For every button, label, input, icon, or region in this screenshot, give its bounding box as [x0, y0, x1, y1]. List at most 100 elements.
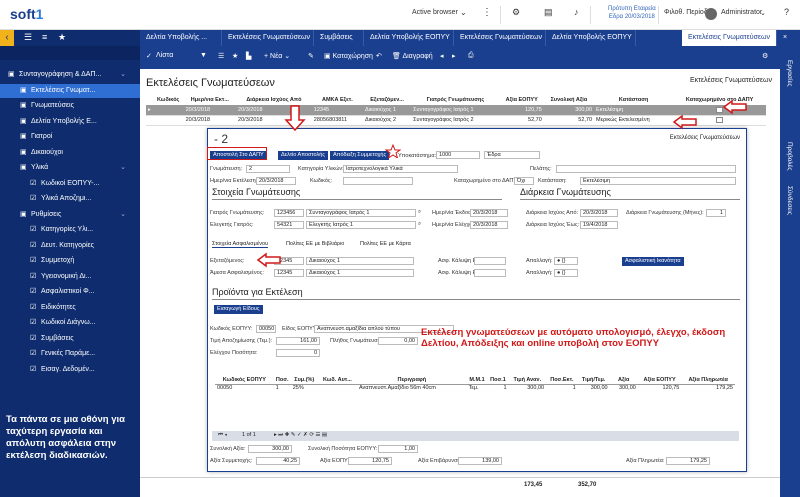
sidebar-item[interactable]: ▣ Συνταγογράφηση & ΔΑΠ... ⌄ [0, 68, 140, 82]
menu-icon[interactable]: ≡ [42, 32, 47, 42]
report-icon[interactable]: ▙ [246, 52, 251, 60]
check-date[interactable]: 20/3/2018 [470, 221, 508, 229]
tab-item[interactable]: Συμβάσεις [314, 30, 364, 46]
list-view-label[interactable]: Λίστα [156, 52, 173, 59]
checker-code[interactable]: 54321 [274, 221, 304, 229]
eopyy-code[interactable]: 00050 [256, 325, 276, 333]
print-icon[interactable]: ⎙ [468, 52, 474, 60]
burden[interactable]: 139,00 [458, 457, 502, 465]
sidebar-item[interactable]: ☑ Γενικές Παράμε... [0, 347, 140, 361]
column-header[interactable]: Κατάσταση [594, 95, 674, 106]
column-header[interactable]: Ημερ/νια Εκτ... [183, 95, 237, 106]
checker-name[interactable]: Ελεγκτής Ιατρός 1 [306, 221, 416, 229]
issue-date[interactable]: 20/3/2018 [470, 209, 508, 217]
tab-eu-book[interactable]: Πολίτες ΕΕ με Βιβλιάριο [286, 241, 344, 247]
chevron-down-icon[interactable]: ⌄ [120, 161, 126, 175]
status-field[interactable]: Εκτελέσιμη [580, 177, 736, 185]
collapse-icon[interactable]: ‹ [0, 30, 14, 46]
column-header[interactable]: Αξία [609, 376, 638, 385]
table-row[interactable]: 00050 1 25% Αναπνευστ.Αμαξίδιο 56m 40cm Τεμ.… [215, 384, 735, 392]
column-header[interactable]: Ποσ.1 [487, 376, 509, 385]
bell-icon[interactable]: ♪ [574, 7, 579, 17]
from-date[interactable]: 20/3/2018 [580, 209, 618, 217]
reg-dapy-field[interactable]: Όχι [514, 177, 534, 185]
search-icon[interactable]: ⌕ [418, 209, 421, 216]
first-icon[interactable]: ◂ [440, 52, 444, 60]
sidebar-item[interactable]: ▣ Δελτία Υποβολής Ε... [0, 115, 140, 129]
sidebar-item[interactable]: ☑ Ειδικότητες [0, 301, 140, 315]
total-eopyy-qty[interactable]: 1,00 [378, 445, 418, 453]
direct-code[interactable]: 12345 [274, 269, 304, 277]
chart-icon[interactable]: ▤ [544, 7, 553, 18]
star-icon[interactable]: ★ [58, 32, 66, 43]
settings-icon[interactable]: ⚙ [512, 7, 520, 18]
company-info[interactable]: Πρότυπη Εταιρεία Εδρα 20/03/2018 [608, 5, 656, 21]
save-button[interactable]: ▣ Καταχώρηση [324, 52, 373, 60]
column-header[interactable]: Καταχωρημένο στο ΔΑΠΥ [673, 95, 766, 106]
exempt-field[interactable]: ● {} [554, 257, 578, 265]
sidebar-toggle-icon[interactable]: ✓ [146, 52, 152, 60]
star-icon[interactable]: ★ [232, 52, 238, 60]
subtype-name[interactable]: Έδρα [484, 151, 540, 159]
column-header[interactable]: Συνολική Αξία [543, 95, 595, 106]
sidebar-item[interactable]: ☑ Υγειονομική Δι... [0, 270, 140, 284]
subtype-code[interactable]: 1000 [436, 151, 480, 159]
sidebar-item[interactable]: ☑ Κωδικοί Διάγνω... [0, 316, 140, 330]
column-header[interactable]: Περιγραφή [356, 376, 467, 385]
duration-months[interactable]: 1 [706, 209, 726, 217]
total-field[interactable]: 300,00 [248, 445, 292, 453]
first-page-icon[interactable]: ⏮ ◂ [218, 432, 227, 439]
payable[interactable]: 179,25 [666, 457, 710, 465]
next-page-icon[interactable]: ▸ ⏭ ✚ ✎ ✓ ✗ ⟳ ☰ ▤ [274, 432, 327, 439]
tab-eu-card[interactable]: Πολίτες ΕΕ με Κάρτα [360, 241, 411, 247]
sidebar-item[interactable]: ☑ Ασφαλιστικοί Φ... [0, 285, 140, 299]
column-header[interactable]: Γιατρός Γνωμάτευσης [411, 95, 500, 106]
column-header[interactable]: Ποσ. [273, 376, 291, 385]
participation[interactable]: 40,25 [256, 457, 300, 465]
tab-item[interactable]: Εκτελέσεις Γνωματεύσεων [222, 30, 314, 46]
control-qty[interactable]: 0 [276, 349, 320, 357]
user-name[interactable]: Administrator [721, 9, 762, 16]
help-icon[interactable]: ? [784, 7, 789, 17]
sidebar-item[interactable]: ▣ Υλικά ⌄ [0, 161, 140, 175]
rail-links[interactable]: Σύνδεσεις [786, 186, 793, 215]
column-header[interactable]: Ποσ.Εκτ. [546, 376, 578, 385]
column-header[interactable]: Κωδικός ΕΟΠΥΥ [215, 376, 274, 385]
doctor-name[interactable]: Συνταγογράφος Ιατρός 1 [306, 209, 416, 217]
sidebar-item[interactable]: ☑ Κωδικοί ΕΟΠΥΥ-... [0, 177, 140, 191]
row-selector[interactable]: ▸ [146, 105, 153, 116]
row-selector[interactable] [146, 115, 153, 126]
sidebar-item[interactable]: ▣ Δικαιούχοι [0, 146, 140, 160]
chevron-down-icon[interactable]: ⌄ [120, 208, 126, 222]
column-header[interactable]: ΑΜΚΑ Εξετ. [311, 95, 363, 106]
sidebar-item[interactable]: ☑ Υλικά Αποζημι... [0, 192, 140, 206]
sidebar-item[interactable]: ☑ Κατηγορίες Υλι... [0, 223, 140, 237]
column-header[interactable]: Τιμή/Τεμ. [577, 376, 610, 385]
filter-icon[interactable]: ▼ [200, 52, 207, 59]
tab-item[interactable]: Εκτελέσεις Γνωματεύσεων [454, 30, 546, 46]
coverage-field[interactable] [474, 257, 506, 265]
client-field[interactable] [556, 165, 736, 173]
checkbox[interactable] [716, 116, 724, 123]
column-header[interactable]: Κωδικός [152, 95, 184, 106]
to-date[interactable]: 19/4/2018 [580, 221, 618, 229]
tab-item[interactable]: Δελτία Υποβολής ΕΟΠΥΥ [364, 30, 454, 46]
edit-icon[interactable]: ✎ [308, 52, 314, 60]
tab-item[interactable]: Δελτία Υποβολής ΕΟΠΥΥ [546, 30, 636, 46]
category-field[interactable]: Ιατροτεχνολογικά Υλικά [343, 165, 458, 173]
delivery-note-button[interactable]: Δελτίο Αποστολής [278, 151, 328, 160]
delete-button[interactable]: 🗑 Διαγραφή [392, 52, 433, 60]
column-header[interactable]: Εξεταζόμεν... [362, 95, 412, 106]
undo-icon[interactable]: ↶ [376, 52, 382, 60]
chevron-down-icon[interactable]: ⌄ [120, 68, 126, 82]
unit-price[interactable]: 161,00 [276, 337, 320, 345]
list-icon[interactable]: ☰ [218, 52, 224, 60]
receipt-button[interactable]: Απόδειξη Συμμετοχής [330, 151, 390, 160]
doctor-code[interactable]: 123456 [274, 209, 304, 217]
sidebar-item[interactable]: ☑ Συμβάσεις [0, 332, 140, 346]
sidebar-item[interactable]: ▣ Γνωματεύσεις [0, 99, 140, 113]
sidebar-item[interactable]: ▣ Εκτελέσεις Γνωματ... [0, 83, 140, 98]
coverage-field-2[interactable] [474, 269, 506, 277]
next-icon[interactable]: ▸ [452, 52, 456, 60]
chevron-down-icon[interactable]: ⌄ [460, 8, 467, 17]
